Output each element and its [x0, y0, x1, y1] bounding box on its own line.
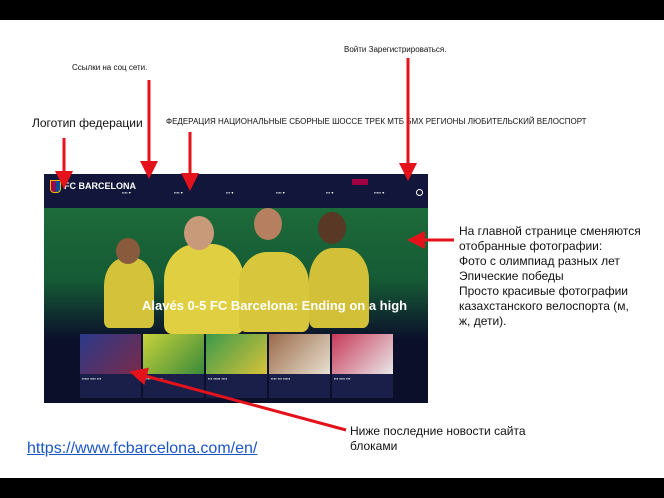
news-card[interactable]: ▪▪▪ ▪▪▪▪ ▪▪▪ [332, 334, 393, 398]
player-head [184, 216, 214, 250]
news-card-text: ▪▪▪▪ ▪▪▪ ▪▪▪▪▪ [271, 376, 291, 381]
news-card-image [269, 334, 330, 374]
player-head [116, 238, 140, 264]
search-icon[interactable] [416, 189, 423, 196]
hero-description-line: ж, дети). [459, 314, 507, 328]
news-card-image [206, 334, 267, 374]
news-card[interactable]: ▪▪▪ ▪▪▪▪▪ ▪▪▪▪ [206, 334, 267, 398]
player-figure [239, 252, 309, 332]
hero-description-line: Фото с олимпиад разных лет [459, 254, 620, 268]
player-head [254, 208, 282, 240]
nav-menu-item[interactable]: ▪▪▪▪ ▾ [276, 190, 285, 195]
nav-menu-item[interactable]: ▪▪▪ ▾ [326, 190, 333, 195]
site-link[interactable]: https://www.fcbarcelona.com/en/ [27, 440, 257, 458]
nav-menu-item[interactable]: ▪▪▪▪ ▾ [122, 190, 131, 195]
news-card-text: ▪▪▪ ▪▪▪▪ ▪▪▪ [334, 376, 351, 381]
player-head [318, 212, 346, 244]
hero-description-line: отобранные фотографии: [459, 239, 603, 253]
news-card-text: ▪▪▪ ▪▪▪▪▪ ▪▪▪▪ [208, 376, 228, 381]
social-links-annotation: Ссылки на соц сети. [72, 63, 148, 72]
nav-menu-item[interactable]: ▪▪▪ ▾ [226, 190, 233, 195]
hero-headline[interactable]: Alavés 0-5 FC Barcelona: Ending on a hig… [142, 298, 407, 313]
news-card-image [80, 334, 141, 374]
federation-logo-annotation: Логотип федерации [32, 116, 143, 130]
bottom-black-bar [0, 478, 664, 498]
website-screenshot: FC BARCELONA ▪▪▪▪ ▾ ▪▪▪▪ ▾ ▪▪▪ ▾ ▪▪▪▪ ▾ … [44, 174, 428, 403]
nav-menu-item[interactable]: ▪▪▪▪▪ ▾ [374, 190, 384, 195]
hero-slider-image[interactable] [44, 208, 428, 340]
hero-description-annotation: На главной странице сменяются отобранные… [459, 224, 659, 329]
news-card-image [143, 334, 204, 374]
join-button[interactable] [352, 179, 368, 185]
news-card-text: ▪▪▪▪▪ ▪▪▪▪ ▪▪▪ [82, 376, 102, 381]
player-figure [309, 248, 369, 328]
news-card[interactable]: ▪▪▪▪▪ ▪▪▪▪ ▪▪▪ [80, 334, 141, 398]
site-navbar: FC BARCELONA ▪▪▪▪ ▾ ▪▪▪▪ ▾ ▪▪▪ ▾ ▪▪▪▪ ▾ … [44, 174, 428, 208]
hero-description-line: казахстанского велоспорта (м, [459, 299, 629, 313]
news-card[interactable]: ▪▪▪▪ ▪▪▪▪▪ ▪▪ [143, 334, 204, 398]
hero-description-line: Просто красивые фотографии [459, 284, 628, 298]
player-figure [104, 258, 154, 328]
player-figure [164, 244, 244, 334]
club-crest-icon [50, 180, 61, 193]
nav-menu-item[interactable]: ▪▪▪▪ ▾ [174, 190, 183, 195]
hero-description-line: Эпические победы [459, 269, 564, 283]
news-card[interactable]: ▪▪▪▪ ▪▪▪ ▪▪▪▪▪ [269, 334, 330, 398]
login-register-annotation: Войти Зарегистрироваться. [344, 45, 447, 54]
news-blocks-annotation: Ниже последние новости сайта блоками [350, 424, 526, 453]
main-menu-annotation: ФЕДЕРАЦИЯ НАЦИОНАЛЬНЫЕ СБОРНЫЕ ШОССЕ ТРЕ… [166, 117, 587, 126]
news-card-image [332, 334, 393, 374]
top-black-bar [0, 0, 664, 20]
hero-description-line: На главной странице сменяются [459, 224, 641, 238]
news-card-text: ▪▪▪▪ ▪▪▪▪▪ ▪▪ [145, 376, 163, 381]
